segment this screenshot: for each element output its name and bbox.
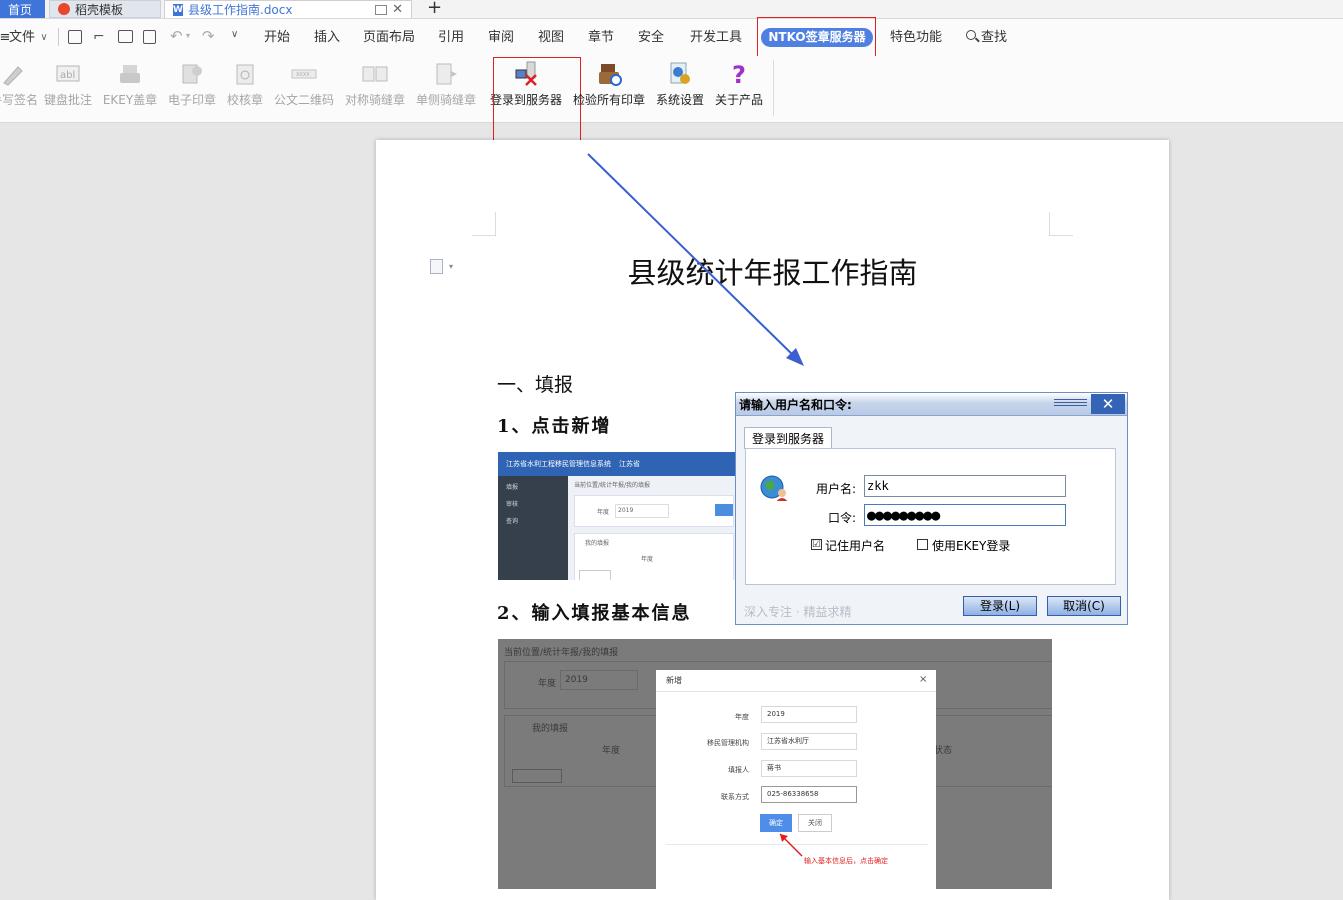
format-painter-icon[interactable]: ⌐ <box>93 29 105 45</box>
text-box-icon: abl <box>55 61 81 87</box>
red-pointer-arrow-icon <box>779 833 803 857</box>
ribbon-proofread-seal[interactable]: 校核章 <box>224 58 266 114</box>
menu-references[interactable]: 引用 <box>432 19 470 56</box>
tab-document[interactable]: W 县级工作指南.docx ✕ <box>164 0 412 18</box>
menu-search[interactable]: 查找 <box>981 19 1011 56</box>
print-preview-icon[interactable] <box>143 30 156 44</box>
step1-heading: 1、点击新增 <box>497 416 612 437</box>
symmetric-seam-icon <box>362 61 388 87</box>
undo-icon[interactable]: ↶ <box>170 27 183 45</box>
search-button <box>715 504 733 516</box>
username-label: 用户名: <box>815 482 856 496</box>
section-heading: 一、填报 <box>497 374 574 396</box>
ribbon-separator <box>773 60 774 116</box>
chevron-down-icon[interactable]: ∨ <box>38 19 50 56</box>
embedded-screenshot-new-button: 江苏省水利工程移民管理信息系统 江苏省 填报 审核 查询 当前位置/统计年报/我… <box>498 452 736 580</box>
use-ekey-label[interactable]: 使用EKEY登录 <box>932 537 1010 554</box>
login-dialog: 请输入用户名和口令: ✕ 登录到服务器 用户名: zkk 口令: ●●●●●●●… <box>735 392 1128 625</box>
ribbon-single-seam-seal[interactable]: 单侧骑缝章 <box>414 58 478 114</box>
login-button[interactable]: 登录(L) <box>963 596 1037 616</box>
save-icon[interactable] <box>68 30 82 44</box>
new-entry-modal: 新增 × 年度 2019 移民管理机构 江苏省水利厅 填报人 蒋书 联系方式 0… <box>656 670 936 889</box>
margin-corner-top-left <box>472 212 496 236</box>
ribbon-qr-code[interactable]: XXXX 公文二维码 <box>272 58 336 114</box>
menu-review[interactable]: 审阅 <box>482 19 520 56</box>
menu-insert[interactable]: 插入 <box>308 19 346 56</box>
word-doc-icon: W <box>173 3 183 16</box>
use-ekey-checkbox[interactable] <box>917 539 928 550</box>
settings-icon <box>667 61 693 87</box>
menu-security[interactable]: 安全 <box>632 19 670 56</box>
menu-file[interactable]: 文件 <box>8 19 36 56</box>
remember-username-checkbox[interactable]: ☑ <box>811 539 822 550</box>
tab-templates-label: 稻壳模板 <box>75 2 124 17</box>
blue-pointer-arrow-icon <box>587 153 804 366</box>
password-label: 口令: <box>827 511 856 525</box>
margin-corner-top-right <box>1049 212 1073 236</box>
ribbon-symmetric-seam-seal[interactable]: 对称骑缝章 <box>343 58 407 114</box>
template-flame-icon <box>58 3 70 15</box>
question-mark-icon: ? <box>726 61 752 89</box>
tab-login-server[interactable]: 登录到服务器 <box>744 427 832 449</box>
ribbon-ekey-stamp[interactable]: EKEY盖章 <box>102 58 158 114</box>
close-tab-icon[interactable]: ✕ <box>392 2 403 17</box>
undo-dropdown-icon[interactable]: ▾ <box>186 31 190 40</box>
cancel-button[interactable]: 取消(C) <box>1047 596 1121 616</box>
highlight-box-login <box>493 57 581 146</box>
tab-home[interactable]: 首页 <box>0 0 45 18</box>
step2-heading: 2、输入填报基本信息 <box>497 603 692 624</box>
globe-user-icon <box>760 475 788 501</box>
toolbar-buttons <box>579 570 611 580</box>
menu-view[interactable]: 视图 <box>532 19 570 56</box>
toolbar-buttons <box>512 769 562 783</box>
username-field[interactable]: zkk <box>864 475 1066 497</box>
ribbon-about-product-button[interactable]: ? 关于产品 <box>713 58 765 114</box>
tab-document-label: 县级工作指南.docx <box>188 3 293 17</box>
svg-text:XXXX: XXXX <box>296 72 310 78</box>
system-header: 江苏省水利工程移民管理信息系统 江苏省 <box>498 452 736 476</box>
tab-home-label: 首页 <box>8 2 33 17</box>
new-tab-icon[interactable]: + <box>427 0 442 18</box>
remember-username-label[interactable]: 记住用户名 <box>825 537 885 554</box>
password-field[interactable]: ●●●●●●●●● <box>864 504 1066 526</box>
menu-chapter[interactable]: 章节 <box>582 19 620 56</box>
titlebar-grip-icon <box>1054 399 1087 408</box>
single-seam-icon <box>433 61 459 87</box>
redo-icon[interactable]: ↷ <box>202 27 215 45</box>
menu-page-layout[interactable]: 页面布局 <box>359 19 419 56</box>
menu-developer-tools[interactable]: 开发工具 <box>686 19 746 56</box>
ribbon-system-settings-button[interactable]: 系统设置 <box>654 58 706 114</box>
tab-templates[interactable]: 稻壳模板 <box>49 0 161 18</box>
ribbon-keyboard-annotation[interactable]: abl 键盘批注 <box>43 58 93 114</box>
menu-special-features[interactable]: 特色功能 <box>886 19 946 56</box>
electronic-seal-icon <box>179 61 205 87</box>
dialog-slogan: 深入专注 · 精益求精 <box>744 605 852 619</box>
verify-seals-icon <box>596 61 622 87</box>
system-main: 当前位置/统计年报/我的填报 年度 2019 我的填报 年度 <box>574 480 734 580</box>
highlight-box-ntko <box>757 17 876 59</box>
ribbon-electronic-seal[interactable]: 电子印章 <box>166 58 218 114</box>
svg-text:abl: abl <box>60 70 75 81</box>
ribbon-verify-all-seals-button[interactable]: 检验所有印章 <box>572 58 646 114</box>
svg-text:?: ? <box>732 61 746 87</box>
divider <box>58 28 59 46</box>
menu-start[interactable]: 开始 <box>258 19 296 56</box>
customize-toolbar-icon[interactable]: ∨ <box>231 29 238 40</box>
system-sidebar: 填报 审核 查询 <box>498 476 568 580</box>
print-icon[interactable] <box>118 30 133 43</box>
login-dialog-title: 请输入用户名和口令: <box>739 398 852 412</box>
ekey-stamp-icon <box>117 61 143 87</box>
close-icon[interactable]: ✕ <box>1091 394 1125 414</box>
ribbon-handwritten-signature[interactable]: 手写签名 <box>0 58 38 114</box>
qr-code-icon: XXXX <box>291 61 317 87</box>
pen-signature-icon <box>0 61 26 87</box>
instruction-note: 输入基本信息后，点击确定 <box>804 857 888 865</box>
modal-close-icon: × <box>919 674 928 685</box>
proofread-seal-icon <box>232 61 258 87</box>
tab-pin-icon[interactable] <box>375 4 388 15</box>
